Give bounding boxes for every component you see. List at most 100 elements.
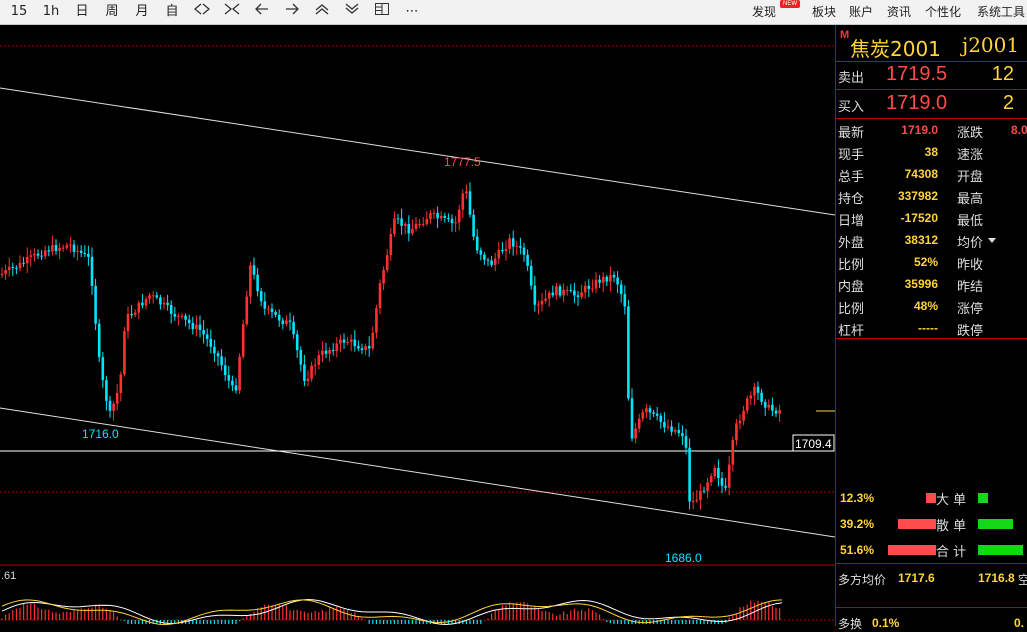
period-day-button[interactable]: 日	[72, 2, 92, 22]
stat-row: 现手 38 速涨	[836, 141, 1027, 163]
candle-body	[684, 436, 688, 448]
candle-body	[688, 447, 691, 502]
top-toolbar: 15 1h 日 周 月 自 ⋯ 发现 NEW 板块 账户 资讯 个性化 系统工具	[0, 0, 1027, 25]
channel-lower-line	[0, 407, 835, 538]
candle-body	[177, 315, 180, 317]
main-contract-mark: M	[840, 29, 850, 41]
candle-body	[11, 266, 15, 268]
candle-body	[33, 253, 36, 256]
kline-svg[interactable]: 1777.5 1716.0 1686.0 1709.4 .61	[0, 25, 835, 626]
candle-body	[313, 364, 317, 366]
account-menu[interactable]: 账户	[849, 2, 873, 22]
stat-row: 比例 48% 涨停	[836, 295, 1027, 317]
candle-body	[108, 400, 112, 411]
candle-body	[749, 395, 753, 399]
candle-body	[418, 223, 421, 225]
macd-group	[1, 598, 783, 626]
candle-body	[475, 236, 479, 251]
period-month-button[interactable]: 月	[132, 2, 152, 22]
candle-body	[619, 284, 623, 295]
candle-body	[166, 302, 169, 305]
candle-body	[47, 250, 51, 252]
personalize-menu[interactable]: 个性化	[925, 2, 961, 22]
chevron-up-icon[interactable]	[312, 2, 332, 22]
candle-body	[195, 324, 198, 330]
stat-row: 日增 -17520 最低	[836, 207, 1027, 229]
candle-body	[65, 245, 69, 248]
stat-row: 比例 52% 昨收	[836, 251, 1027, 273]
candle-body	[576, 295, 580, 297]
candle-body	[634, 428, 637, 439]
candle-body	[774, 410, 778, 414]
stat-label: 现手	[838, 148, 865, 163]
candle-body	[403, 224, 407, 226]
candle-body	[234, 385, 238, 391]
system-tools-menu[interactable]: 系统工具	[977, 2, 1025, 22]
zoom-out-icon[interactable]	[222, 2, 242, 22]
candle-body	[454, 222, 457, 224]
candle-body	[238, 356, 241, 391]
candle-body	[310, 365, 313, 379]
ask-label: 卖出	[838, 71, 865, 86]
candle-body	[36, 253, 40, 256]
stat-label-right: 速涨	[957, 148, 984, 163]
candle-body	[659, 415, 663, 422]
candle-body	[256, 274, 259, 292]
news-menu[interactable]: 资讯	[887, 2, 911, 22]
avg-label: 多方均价	[838, 573, 887, 587]
candle-body	[292, 321, 295, 335]
layout-grid-icon[interactable]	[372, 2, 392, 22]
sector-menu[interactable]: 板块	[812, 2, 836, 22]
arrow-left-icon[interactable]	[252, 2, 272, 22]
kline-chart[interactable]: 1777.5 1716.0 1686.0 1709.4 .61	[0, 25, 835, 626]
candle-body	[558, 286, 562, 296]
candle-body	[18, 262, 22, 269]
quote-title: M 焦炭2001 j2001	[836, 25, 1027, 62]
candle-body	[349, 339, 353, 342]
avg-value: 1717.6	[898, 571, 935, 585]
stats-separator	[836, 338, 1027, 339]
candle-body	[83, 252, 87, 254]
candle-body	[162, 302, 166, 305]
period-custom-button[interactable]: 自	[162, 2, 182, 22]
candle-body	[270, 308, 274, 313]
period-15-button[interactable]: 15	[8, 2, 30, 22]
candle-body	[324, 350, 328, 354]
candle-body	[385, 255, 389, 270]
candle-body	[551, 292, 555, 296]
flow-row: 39.2% 散 单	[836, 513, 1027, 535]
candle-body	[425, 218, 429, 224]
period-week-button[interactable]: 周	[102, 2, 122, 22]
candle-body	[123, 331, 126, 375]
more-icon[interactable]: ⋯	[402, 2, 422, 22]
candle-body	[29, 255, 33, 257]
candle-body	[375, 308, 378, 333]
candle-body	[364, 346, 367, 351]
candle-body	[580, 292, 583, 297]
candle-body	[573, 290, 576, 296]
discover-menu[interactable]: 发现	[752, 2, 776, 22]
candle-body	[79, 250, 83, 253]
candle-body	[331, 349, 335, 351]
candle-body	[598, 279, 601, 283]
candle-body	[241, 324, 245, 357]
flow-percent: 12.3%	[840, 491, 875, 505]
dropdown-arrow-icon[interactable]	[988, 238, 996, 243]
period-1h-button[interactable]: 1h	[40, 2, 62, 22]
flow-label: 散 单	[936, 519, 967, 534]
arrow-right-icon[interactable]	[282, 2, 302, 22]
candle-body	[648, 408, 652, 413]
candle-body	[727, 464, 731, 488]
candle-body	[407, 224, 411, 234]
candle-body	[436, 212, 439, 219]
stat-label: 内盘	[838, 280, 865, 295]
candle-body	[231, 380, 234, 386]
candle-body	[522, 247, 526, 255]
candle-body	[609, 274, 612, 282]
zoom-in-icon[interactable]	[192, 2, 212, 22]
candle-body	[180, 315, 184, 317]
candle-body	[450, 219, 454, 224]
candle-body	[223, 365, 227, 376]
chevron-down-icon[interactable]	[342, 2, 362, 22]
candle-body	[371, 332, 375, 349]
